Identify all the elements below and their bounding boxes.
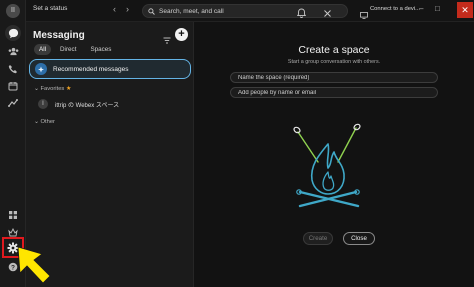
teams-icon[interactable]	[5, 43, 21, 59]
messaging-tabs: All Direct Spaces	[34, 44, 116, 55]
create-space-title: Create a space	[298, 44, 370, 56]
notifications-icon[interactable]	[296, 5, 307, 23]
campfire-illustration	[293, 123, 361, 208]
minimize-icon[interactable]: –	[419, 4, 423, 13]
other-section[interactable]: ⌄ Other	[34, 119, 55, 125]
create-space-pane: Create a space Start a group conversatio…	[194, 22, 474, 287]
messaging-icon[interactable]	[5, 25, 21, 41]
calling-icon[interactable]	[5, 61, 21, 77]
space-avatar: I	[38, 99, 48, 109]
tab-spaces[interactable]: Spaces	[85, 44, 116, 55]
add-people-input[interactable]	[238, 89, 428, 97]
favorites-section[interactable]: ⌄ Favorites ★	[34, 85, 71, 92]
recommended-icon	[35, 63, 47, 75]
set-status-button[interactable]: Set a status	[33, 5, 67, 12]
recommended-messages-item[interactable]: Recommended messages	[29, 59, 191, 79]
close-button[interactable]: Close	[343, 232, 375, 245]
pointer-arrow-icon	[17, 246, 51, 284]
top-bar: Set a status ‹ › Search, meet, and call …	[26, 0, 474, 22]
svg-text:?: ?	[11, 264, 15, 271]
search-icon	[148, 8, 155, 15]
new-message-button[interactable]: +	[175, 28, 188, 41]
tab-all[interactable]: All	[34, 44, 51, 55]
tab-direct[interactable]: Direct	[55, 44, 81, 55]
back-arrow-icon[interactable]: ‹	[113, 4, 116, 14]
apps-icon[interactable]	[5, 207, 21, 223]
search-input[interactable]: Search, meet, and call	[142, 4, 348, 18]
filter-icon[interactable]	[163, 31, 171, 49]
window-close-button[interactable]: ✕	[457, 2, 473, 18]
create-space-subtitle: Start a group conversation with others.	[287, 59, 381, 65]
calendar-icon[interactable]	[5, 78, 21, 94]
other-label: Other	[40, 119, 55, 125]
list-item[interactable]: I ittrip の Webex スペース	[37, 97, 187, 111]
forward-arrow-icon[interactable]: ›	[126, 4, 129, 14]
space-name-input[interactable]	[238, 74, 428, 82]
space-name: ittrip の Webex スペース	[55, 103, 120, 109]
create-button[interactable]: Create	[303, 232, 333, 245]
favorites-label: Favorites	[40, 86, 65, 92]
user-avatar[interactable]: II	[6, 4, 20, 18]
connect-device-button[interactable]: Connect to a devi...	[370, 6, 420, 12]
recommended-label: Recommended messages	[53, 66, 129, 73]
chevron-down-icon: ⌄	[34, 119, 39, 125]
close-icon[interactable]	[323, 5, 332, 23]
messaging-title: Messaging	[33, 30, 85, 41]
activity-icon[interactable]	[5, 95, 21, 111]
star-icon: ★	[65, 86, 72, 92]
maximize-icon[interactable]: □	[435, 4, 440, 13]
space-name-field[interactable]	[230, 72, 438, 83]
search-placeholder: Search, meet, and call	[159, 8, 224, 15]
add-people-field[interactable]	[230, 87, 438, 98]
chevron-down-icon: ⌄	[34, 86, 39, 92]
